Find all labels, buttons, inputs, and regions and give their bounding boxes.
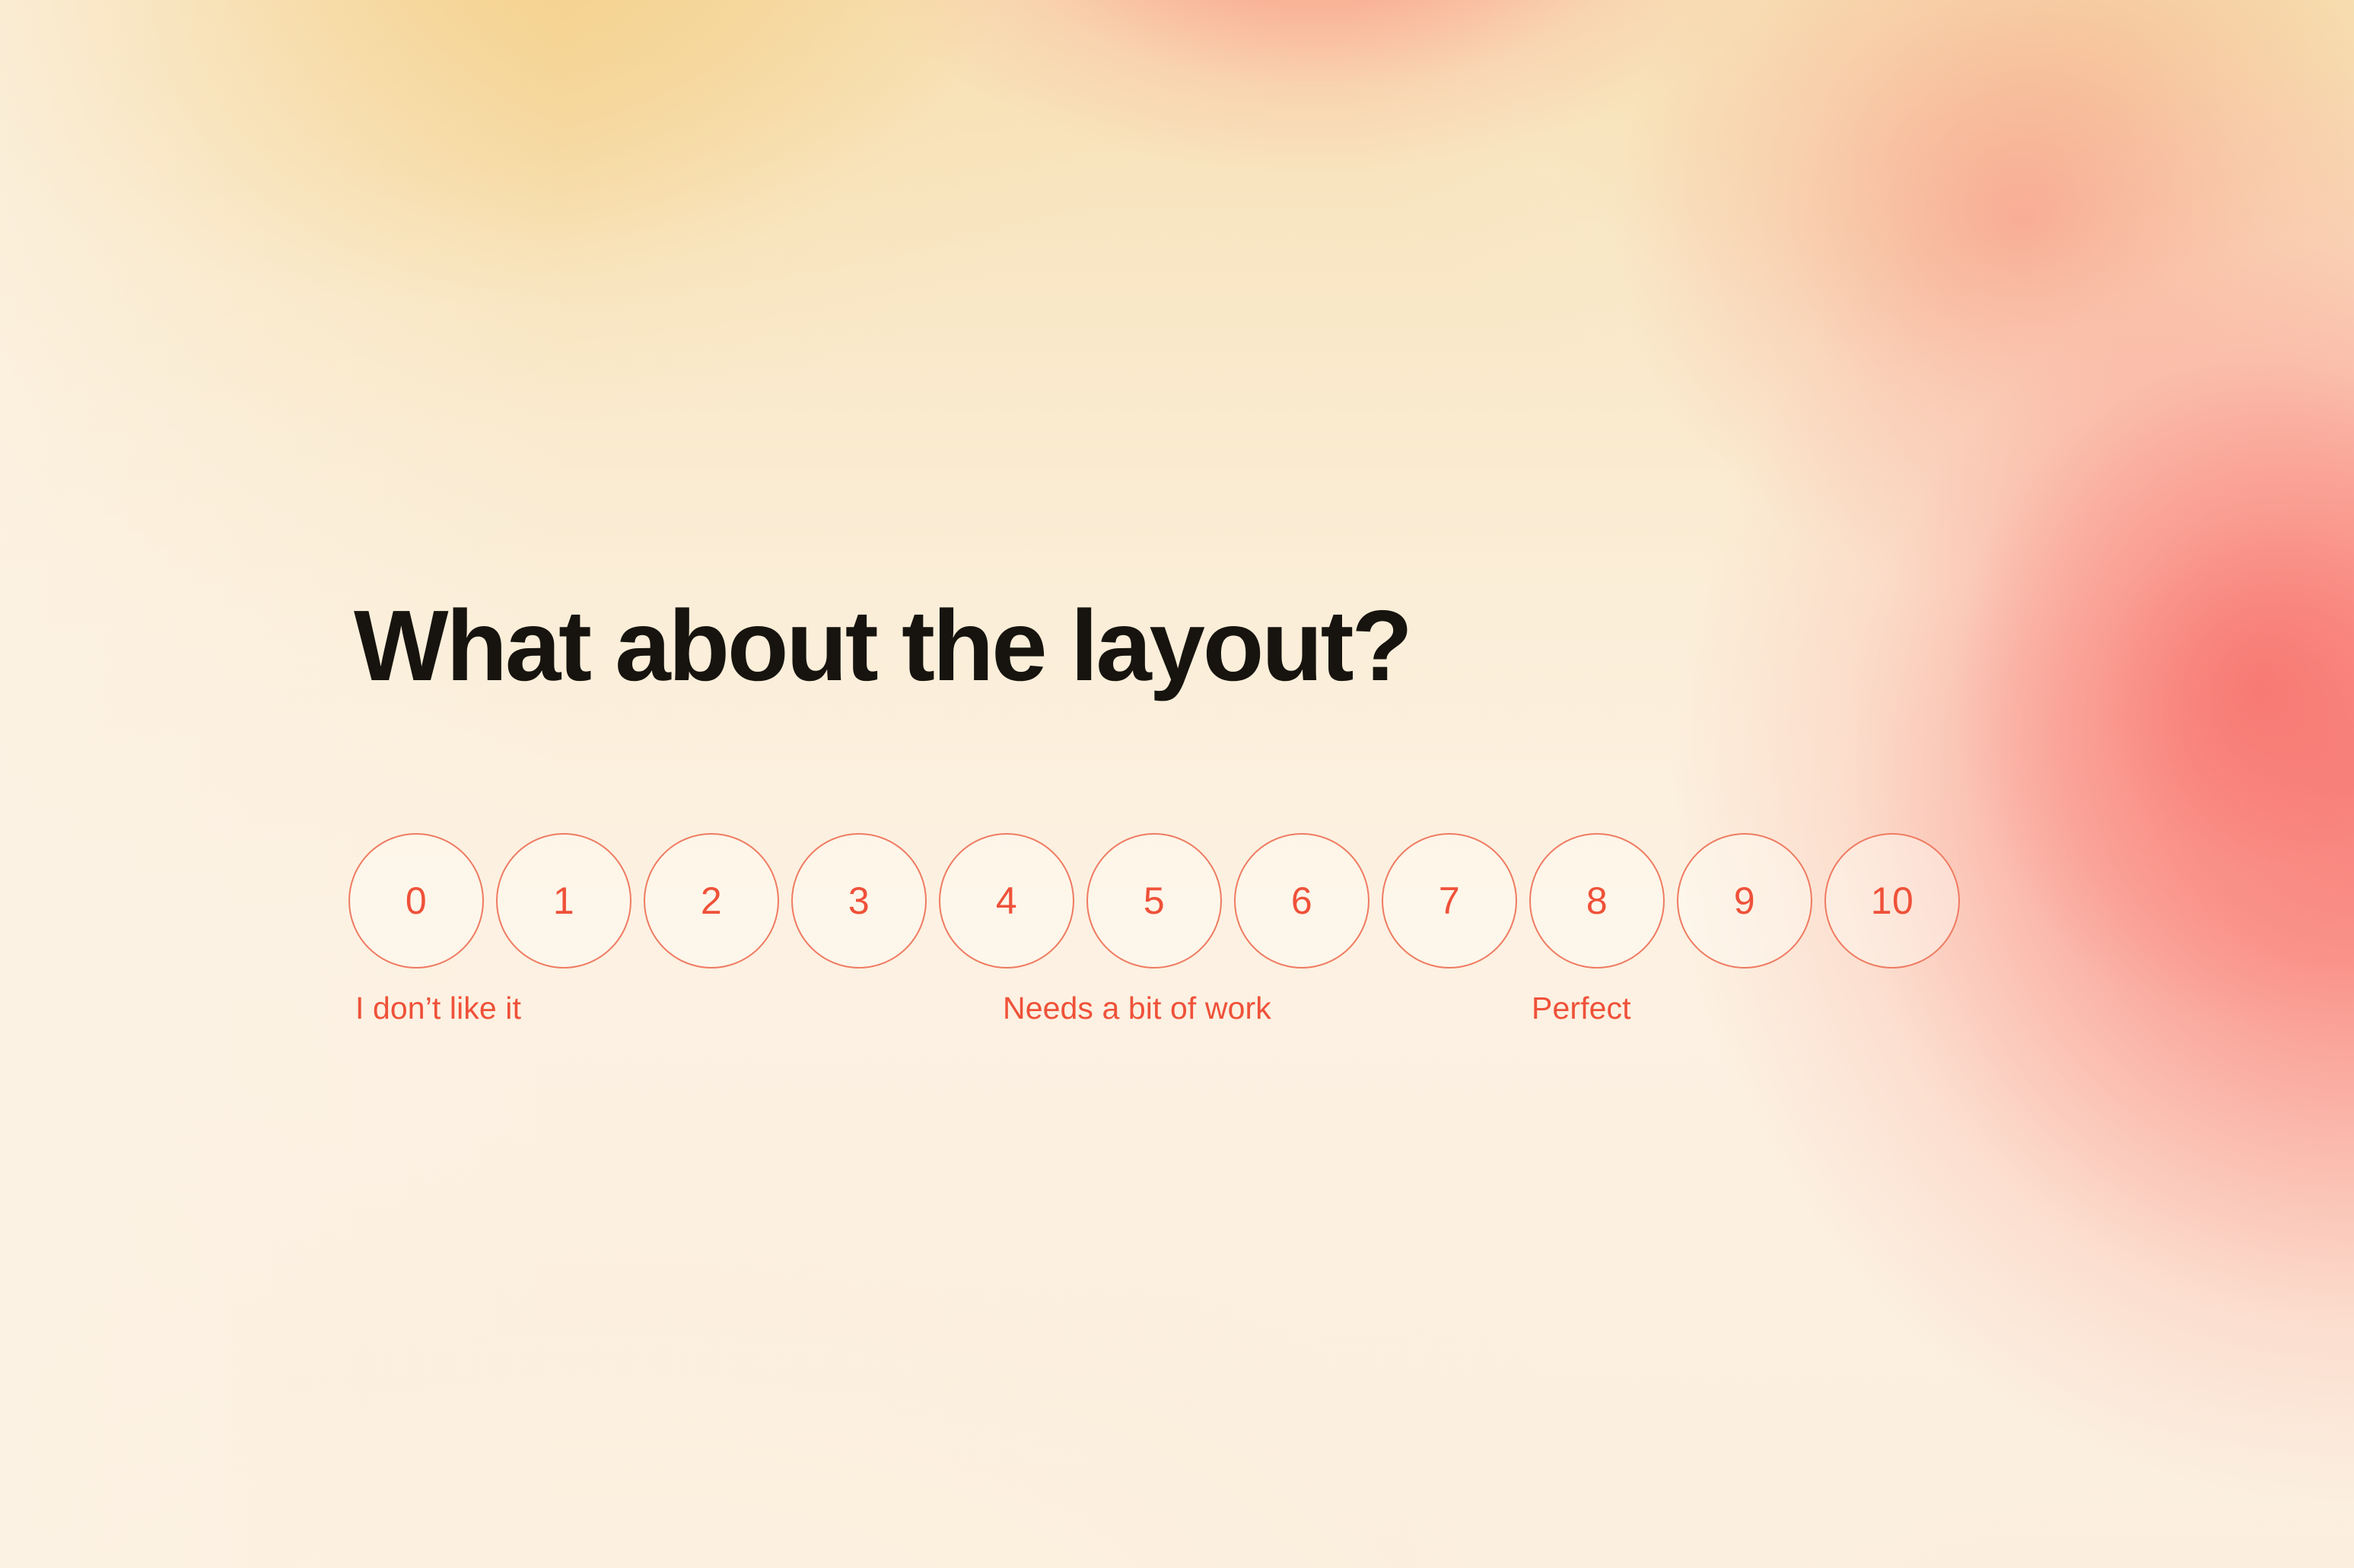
rating-option-label: 6: [1290, 879, 1313, 922]
rating-option-6[interactable]: 6: [1234, 833, 1369, 968]
rating-scale: 0 1 2 3 4 5 6 7 8 9 10: [348, 833, 1960, 968]
rating-option-3[interactable]: 3: [791, 833, 927, 968]
rating-scale-legend: I don’t like it Needs a bit of work Perf…: [348, 991, 1977, 1036]
rating-option-5[interactable]: 5: [1086, 833, 1222, 968]
legend-label-high: Perfect: [1532, 991, 1631, 1026]
legend-label-low: I don’t like it: [355, 991, 521, 1026]
rating-option-8[interactable]: 8: [1529, 833, 1665, 968]
rating-option-label: 7: [1438, 879, 1461, 922]
rating-option-2[interactable]: 2: [644, 833, 779, 968]
rating-option-1[interactable]: 1: [496, 833, 631, 968]
survey-content: What about the layout? 0 1 2 3 4 5 6 7 8…: [348, 0, 2028, 1568]
rating-option-9[interactable]: 9: [1677, 833, 1812, 968]
rating-option-label: 9: [1733, 879, 1756, 922]
rating-option-label: 8: [1586, 879, 1608, 922]
page-title: What about the layout?: [354, 590, 1413, 701]
survey-page: What about the layout? 0 1 2 3 4 5 6 7 8…: [0, 0, 2354, 1568]
rating-option-label: 5: [1143, 879, 1166, 922]
rating-option-label: 4: [995, 879, 1018, 922]
rating-option-label: 10: [1870, 879, 1914, 922]
rating-option-label: 0: [405, 879, 428, 922]
rating-option-0[interactable]: 0: [348, 833, 484, 968]
rating-option-label: 2: [700, 879, 723, 922]
rating-option-10[interactable]: 10: [1824, 833, 1960, 968]
legend-label-mid: Needs a bit of work: [1003, 991, 1271, 1026]
rating-option-label: 3: [848, 879, 870, 922]
rating-option-7[interactable]: 7: [1382, 833, 1517, 968]
rating-option-4[interactable]: 4: [939, 833, 1074, 968]
rating-option-label: 1: [552, 879, 575, 922]
